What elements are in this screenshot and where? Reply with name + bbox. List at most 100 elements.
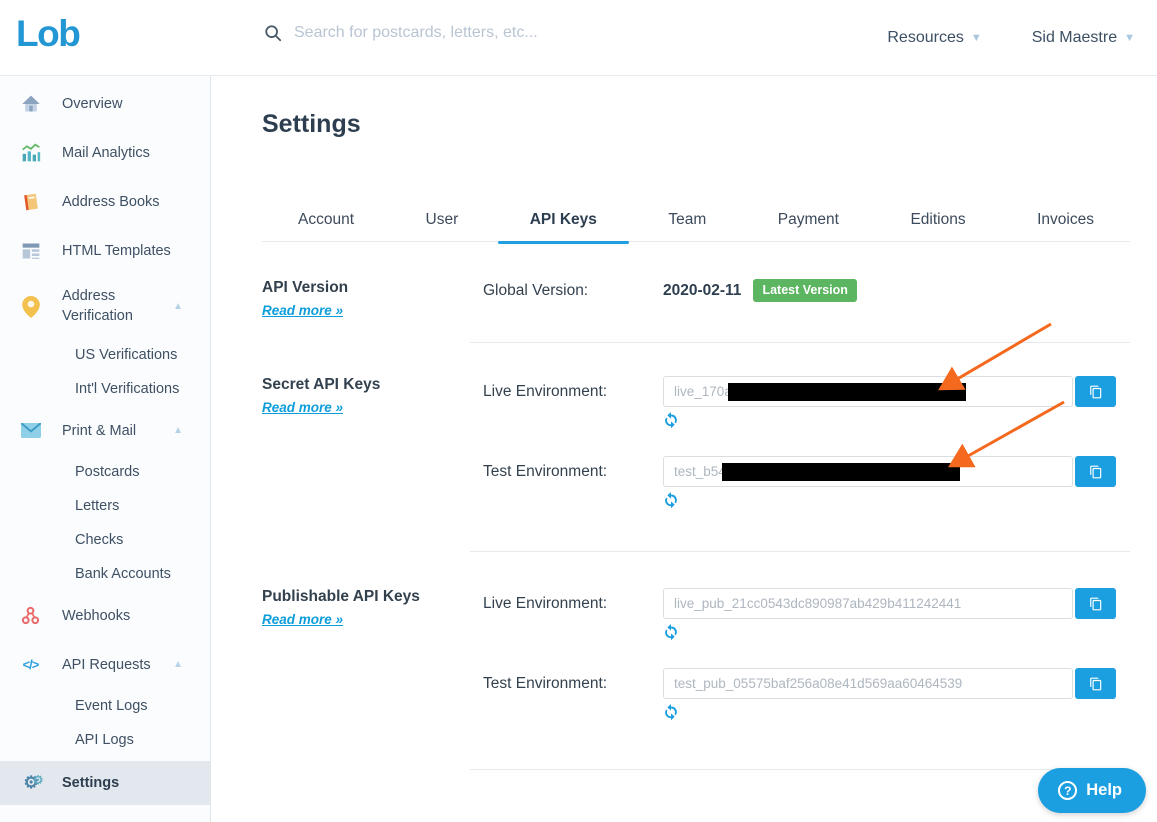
code-icon: </> [20,654,41,675]
sidebar-item-address-verification[interactable]: Address Verification ▲ [0,275,210,338]
secret-api-keys-section: Secret API Keys Read more » Live Environ… [262,343,1130,551]
tab-account[interactable]: Account [298,199,354,242]
sidebar-item-label: Bank Accounts [75,566,171,582]
global-version-value: 2020-02-11 [663,282,741,300]
sidebar-item-address-books[interactable]: Address Books [0,177,210,226]
topbar-right: Resources ▼ Sid Maestre ▼ [887,0,1135,76]
main-content: Settings Account User API Keys Team Paym… [211,76,1157,822]
home-icon [20,93,41,114]
sidebar-item-intl-verifications[interactable]: Int'l Verifications [0,372,210,406]
section-heading: Publishable API Keys [262,588,483,606]
topbar: Lob Resources ▼ Sid Maestre ▼ [0,0,1157,76]
sidebar-item-letters[interactable]: Letters [0,489,210,523]
secret-live-key-input[interactable]: live_170a [663,376,1073,407]
bar-chart-icon [20,142,41,163]
key-prefix: test_b54 [674,464,726,479]
test-environment-label: Test Environment: [483,668,663,725]
question-icon: ? [1058,781,1077,800]
sidebar-item-label: Webhooks [62,608,130,624]
sidebar-item-settings[interactable]: ⚙⚙ Settings [0,761,210,805]
refresh-icon[interactable] [663,412,679,428]
api-version-section: API Version Read more » Global Version: … [262,242,1130,342]
sidebar-item-postcards[interactable]: Postcards [0,455,210,489]
tab-payment[interactable]: Payment [778,199,839,242]
chevron-up-icon[interactable]: ▲ [173,659,183,670]
sidebar-item-print-mail[interactable]: Print & Mail ▲ [0,406,210,455]
tab-editions[interactable]: Editions [910,199,965,242]
sidebar: Overview Mail Analytics Address Books HT… [0,76,211,822]
sidebar-item-label: Print & Mail [62,423,136,439]
sidebar-item-bank-accounts[interactable]: Bank Accounts [0,557,210,591]
publishable-api-keys-section: Publishable API Keys Read more » Live En… [262,552,1130,769]
tab-invoices[interactable]: Invoices [1037,199,1094,242]
clipboard-icon [1089,676,1103,692]
settings-tabs: Account User API Keys Team Payment Editi… [262,199,1130,242]
copy-button[interactable] [1075,668,1116,699]
redaction-overlay [722,463,960,481]
sidebar-item-label: Address Verification [62,287,154,326]
tab-api-keys[interactable]: API Keys [530,199,597,242]
sidebar-item-label: Address Books [62,194,160,210]
sidebar-item-label: Postcards [75,464,139,480]
test-environment-label: Test Environment: [483,456,663,513]
tab-team[interactable]: Team [668,199,706,242]
sidebar-item-label: HTML Templates [62,243,171,259]
copy-button[interactable] [1075,376,1116,407]
book-icon [20,191,41,212]
copy-button[interactable] [1075,456,1116,487]
sidebar-item-api-requests[interactable]: </> API Requests ▲ [0,640,210,689]
chevron-down-icon: ▼ [971,32,982,44]
tab-user[interactable]: User [426,199,459,242]
lob-logo[interactable]: Lob [16,13,79,55]
live-environment-label: Live Environment: [483,588,663,645]
sidebar-item-checks[interactable]: Checks [0,523,210,557]
sidebar-item-label: API Requests [62,657,151,673]
webhook-icon [20,605,41,626]
map-pin-icon [20,296,41,317]
clipboard-icon [1089,464,1103,480]
latest-version-badge: Latest Version [753,279,856,302]
section-heading: API Version [262,279,483,297]
live-environment-label: Live Environment: [483,376,663,433]
sidebar-item-label: US Verifications [75,347,177,363]
template-icon [20,240,41,261]
refresh-icon[interactable] [663,492,679,508]
page-title: Settings [262,110,1130,139]
redaction-overlay [728,383,966,401]
envelope-icon [20,420,41,441]
read-more-link[interactable]: Read more » [262,303,343,318]
sidebar-item-webhooks[interactable]: Webhooks [0,591,210,640]
sidebar-item-label: Checks [75,532,123,548]
search-input[interactable] [294,24,714,42]
refresh-icon[interactable] [663,704,679,720]
search-icon [264,24,282,42]
chevron-up-icon[interactable]: ▲ [173,425,183,436]
sidebar-item-us-verifications[interactable]: US Verifications [0,338,210,372]
resources-menu[interactable]: Resources ▼ [887,29,981,47]
read-more-link[interactable]: Read more » [262,400,343,415]
sidebar-item-label: Mail Analytics [62,145,150,161]
copy-button[interactable] [1075,588,1116,619]
sidebar-item-api-logs[interactable]: API Logs [0,723,210,757]
sidebar-item-overview[interactable]: Overview [0,79,210,128]
user-name: Sid Maestre [1032,29,1117,47]
sidebar-item-label: API Logs [75,732,134,748]
read-more-link[interactable]: Read more » [262,612,343,627]
publishable-test-key-input[interactable] [663,668,1073,699]
key-prefix: live_170a [674,384,732,399]
help-button[interactable]: ? Help [1038,768,1146,813]
secret-test-key-input[interactable]: test_b54 [663,456,1073,487]
help-label: Help [1086,781,1122,800]
resources-label: Resources [887,29,963,47]
sidebar-item-event-logs[interactable]: Event Logs [0,689,210,723]
search-bar [264,24,714,42]
clipboard-icon [1089,384,1103,400]
sidebar-item-html-templates[interactable]: HTML Templates [0,226,210,275]
sidebar-item-label: Settings [62,775,119,791]
user-menu[interactable]: Sid Maestre ▼ [1032,29,1135,47]
publishable-live-key-input[interactable] [663,588,1073,619]
chevron-up-icon[interactable]: ▲ [173,301,183,312]
sidebar-item-mail-analytics[interactable]: Mail Analytics [0,128,210,177]
refresh-icon[interactable] [663,624,679,640]
section-heading: Secret API Keys [262,376,483,394]
